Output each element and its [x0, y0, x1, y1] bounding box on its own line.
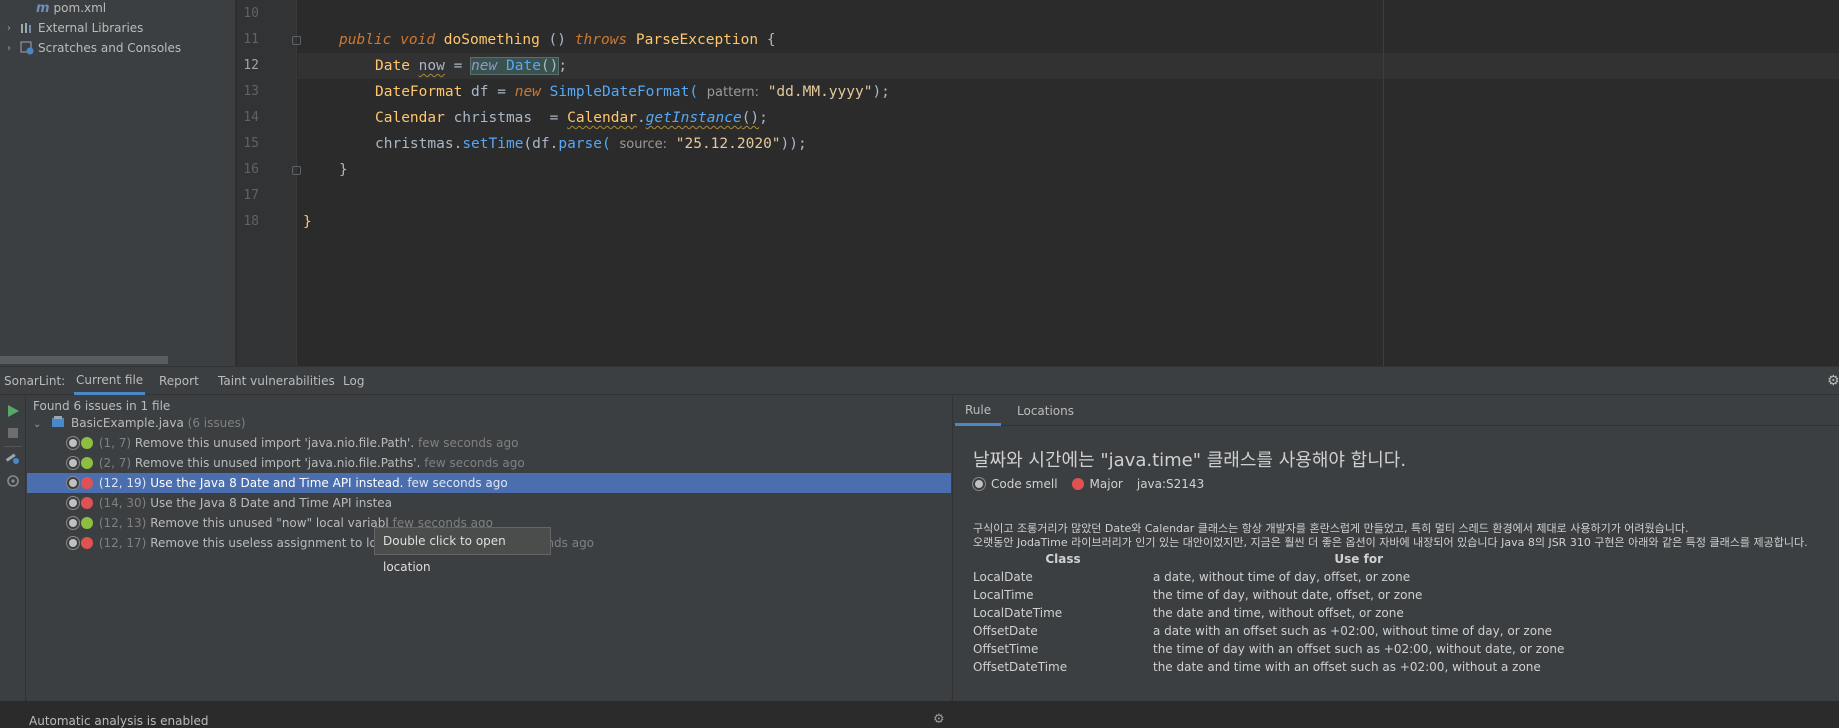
run-analysis-icon[interactable]: [6, 404, 20, 418]
file-issue-count: (6 issues): [187, 416, 246, 430]
tab-current-file[interactable]: Current file: [74, 367, 146, 395]
tree-item-label: External Libraries: [38, 21, 144, 35]
classes-table: Class Use for LocalDate a date, without ti…: [973, 550, 1564, 676]
project-tool-window: m pom.xml › External Libraries › Scratch…: [0, 0, 236, 366]
major-severity-icon: [81, 537, 93, 549]
table-header: Class: [1045, 552, 1081, 566]
issue-row[interactable]: (14, 30) Use the Java 8 Date and Time AP…: [27, 493, 951, 513]
java-file-icon: [52, 416, 65, 427]
file-node[interactable]: ⌄ BasicExample.java (6 issues): [33, 413, 957, 433]
line-number: 12: [243, 58, 259, 73]
analysis-settings-icon[interactable]: ⚙: [933, 712, 945, 727]
major-severity-icon: [81, 497, 93, 509]
sonarlint-tabs: SonarLint: Current file Report Taint vul…: [0, 367, 1839, 395]
code-line-14: Calendar christmas = Calendar.getInstanc…: [375, 110, 768, 126]
code-line-16: }: [339, 162, 348, 178]
tree-item-scratches[interactable]: › Scratches and Consoles: [2, 38, 181, 58]
code-smell-icon: [67, 517, 79, 529]
rule-type: Code smell: [991, 477, 1058, 491]
line-number: 17: [243, 188, 259, 203]
code-smell-icon: [67, 497, 79, 509]
code-smell-icon: [67, 477, 79, 489]
rule-title: 날짜와 시간에는 "java.time" 클래스를 사용해야 합니다.: [973, 450, 1407, 471]
toolbar-divider: [4, 446, 22, 447]
rule-tabs: Rule Locations: [953, 396, 1839, 426]
tab-rule[interactable]: Rule: [955, 396, 1002, 426]
code-line-12: Date now = new Date();: [375, 57, 568, 75]
fold-icon[interactable]: [292, 166, 301, 175]
rule-description-2: 오랫동안 JodaTime 라이브러리가 인기 있는 대안이었지만, 지금은 훨…: [973, 536, 1808, 549]
major-severity-icon: [81, 477, 93, 489]
line-number: 11: [243, 32, 259, 47]
code-line-13: DateFormat df = new SimpleDateFormat( pa…: [375, 84, 890, 100]
right-margin-guide: [1383, 0, 1384, 366]
table-row: OffsetTime the time of day with an offset…: [973, 642, 1565, 656]
chevron-down-icon[interactable]: ⌄: [33, 419, 41, 430]
table-row: OffsetDate a date with an offset such as …: [973, 624, 1553, 638]
file-name: BasicExample.java: [71, 416, 184, 430]
tab-log[interactable]: Log: [341, 367, 366, 395]
sonarlint-toolbar: [0, 396, 26, 701]
tab-locations[interactable]: Locations: [1007, 396, 1084, 426]
sonarlint-label: SonarLint:: [4, 374, 66, 388]
minor-severity-icon: [81, 457, 93, 469]
parameter-hint: pattern:: [706, 85, 759, 100]
parameter-hint: source:: [619, 137, 668, 152]
line-number: 15: [243, 136, 259, 151]
table-row: LocalDateTime the date and time, without …: [973, 606, 1404, 620]
configure-rules-icon[interactable]: [5, 452, 21, 466]
rule-severity: Major: [1089, 477, 1123, 491]
tree-item-external-libraries[interactable]: › External Libraries: [2, 18, 143, 38]
tree-item-label: pom.xml: [53, 1, 107, 15]
line-number: 18: [243, 214, 259, 229]
line-number: 10: [243, 6, 259, 21]
issue-row-selected[interactable]: (12, 19) Use the Java 8 Date and Time AP…: [27, 473, 951, 493]
settings-gear-icon[interactable]: ⚙: [1827, 373, 1839, 389]
code-line-18: }: [303, 214, 312, 230]
tooltip: Double click to open location: [374, 527, 551, 574]
libraries-icon: [21, 23, 31, 33]
rule-panel: Rule Locations 날짜와 시간에는 "java.time" 클래스를…: [952, 396, 1839, 701]
major-severity-icon: [1071, 478, 1084, 490]
code-smell-icon: [67, 537, 79, 549]
analysis-status: Automatic analysis is enabled: [29, 714, 209, 728]
minor-severity-icon: [81, 437, 93, 449]
table-row: OffsetDateTime the date and time with an …: [973, 660, 1541, 674]
tree-item-label: Scratches and Consoles: [38, 41, 182, 55]
code-smell-icon: [67, 457, 79, 469]
issue-row[interactable]: (1, 7) Remove this unused import 'java.n…: [27, 433, 951, 453]
table-row: LocalDate a date, without time of day, of…: [973, 570, 1411, 584]
horizontal-scrollbar[interactable]: [0, 356, 168, 364]
table-header: Use for: [1334, 552, 1383, 566]
clear-results-icon[interactable]: [6, 474, 20, 488]
line-number: 14: [243, 110, 259, 125]
rule-key: java:S2143: [1136, 477, 1205, 491]
chevron-right-icon[interactable]: ›: [2, 43, 16, 54]
maven-file-icon: m: [36, 0, 50, 16]
line-number: 13: [243, 84, 259, 99]
issue-row[interactable]: (2, 7) Remove this unused import 'java.n…: [27, 453, 951, 473]
code-line-15: christmas.setTime(df.parse( source: "25.…: [375, 136, 807, 152]
code-smell-icon: [973, 478, 985, 490]
tab-report[interactable]: Report: [157, 367, 201, 395]
code-editor[interactable]: 10 11 12 13 14 15 16 17 18 public void d…: [237, 0, 1839, 366]
sonarlint-tool-window: SonarLint: Current file Report Taint vul…: [0, 366, 1839, 728]
table-row: LocalTime the time of day, without date, …: [973, 588, 1423, 602]
code-smell-icon: [67, 437, 79, 449]
chevron-right-icon[interactable]: ›: [2, 23, 16, 34]
minor-severity-icon: [81, 517, 93, 529]
scratches-icon: [20, 41, 34, 55]
tab-taint-vulnerabilities[interactable]: Taint vulnerabilities: [216, 367, 337, 395]
rule-meta: Code smell Major java:S2143: [973, 477, 1204, 491]
editor-gutter: 10 11 12 13 14 15 16 17 18: [237, 0, 301, 366]
stop-icon[interactable]: [6, 426, 20, 440]
code-line-11: public void doSomething () throws ParseE…: [339, 32, 776, 48]
line-number: 16: [243, 162, 259, 177]
fold-icon[interactable]: [292, 36, 301, 45]
issues-tree[interactable]: Found 6 issues in 1 file ⌄ BasicExample.…: [27, 396, 951, 728]
tree-item-pom[interactable]: m pom.xml: [36, 0, 106, 18]
